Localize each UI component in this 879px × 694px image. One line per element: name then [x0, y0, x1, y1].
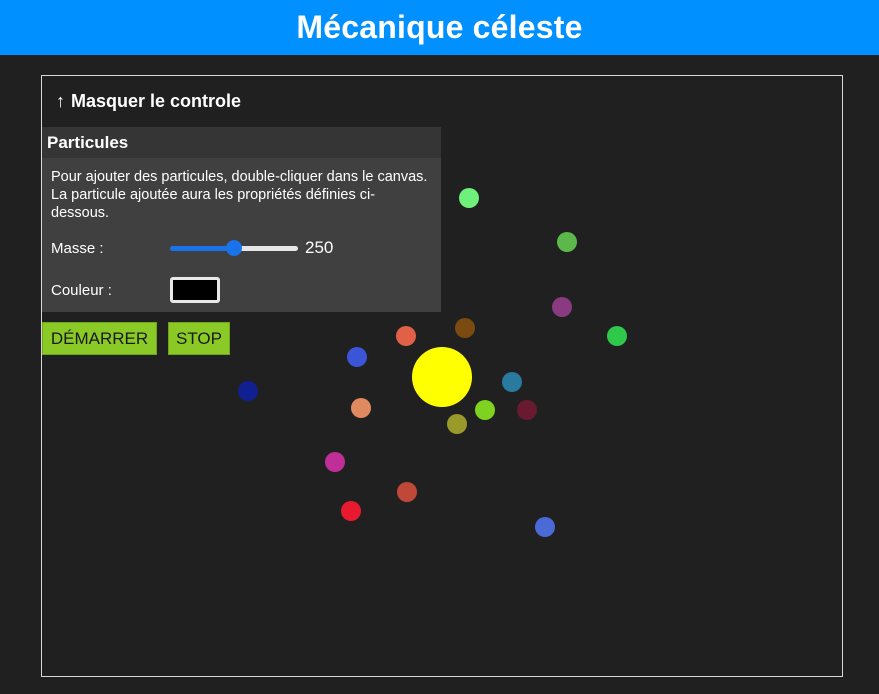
mass-slider-track [234, 246, 298, 251]
particle [455, 318, 475, 338]
mass-slider-fill [170, 246, 234, 251]
arrow-up-icon: ↑ [56, 91, 65, 111]
mass-label: Masse : [51, 239, 104, 257]
toggle-controls-link[interactable]: ↑ Masquer le controle [56, 91, 241, 112]
particle [502, 372, 522, 392]
particle [552, 297, 572, 317]
simulation-canvas[interactable]: ↑ Masquer le controle Particules Pour aj… [41, 75, 843, 677]
particle [517, 400, 537, 420]
particle [447, 414, 467, 434]
panel-description: Pour ajouter des particules, double-cliq… [51, 169, 428, 221]
particles-panel: Particules Pour ajouter des particules, … [42, 127, 441, 312]
particle [459, 188, 479, 208]
particle [475, 400, 495, 420]
particle [396, 326, 416, 346]
app-header: Mécanique céleste [0, 0, 879, 55]
particle [535, 517, 555, 537]
mass-row: Masse : 250 [51, 238, 333, 258]
stop-button[interactable]: STOP [168, 322, 230, 355]
page-title: Mécanique céleste [296, 9, 583, 45]
particle [351, 398, 371, 418]
particle [607, 326, 627, 346]
particle [341, 501, 361, 521]
particle [397, 482, 417, 502]
particle [347, 347, 367, 367]
color-picker[interactable] [170, 277, 220, 303]
color-label: Couleur : [51, 281, 112, 299]
color-row: Couleur : [51, 277, 220, 303]
particle [238, 381, 258, 401]
start-button[interactable]: DÉMARRER [42, 322, 157, 355]
panel-title: Particules [42, 127, 441, 158]
mass-value: 250 [305, 238, 334, 257]
particle [325, 452, 345, 472]
sun-particle [412, 347, 472, 407]
toggle-controls-label: Masquer le controle [71, 91, 242, 111]
mass-slider-thumb[interactable] [226, 240, 242, 256]
particle [557, 232, 577, 252]
mass-slider[interactable] [170, 240, 298, 256]
